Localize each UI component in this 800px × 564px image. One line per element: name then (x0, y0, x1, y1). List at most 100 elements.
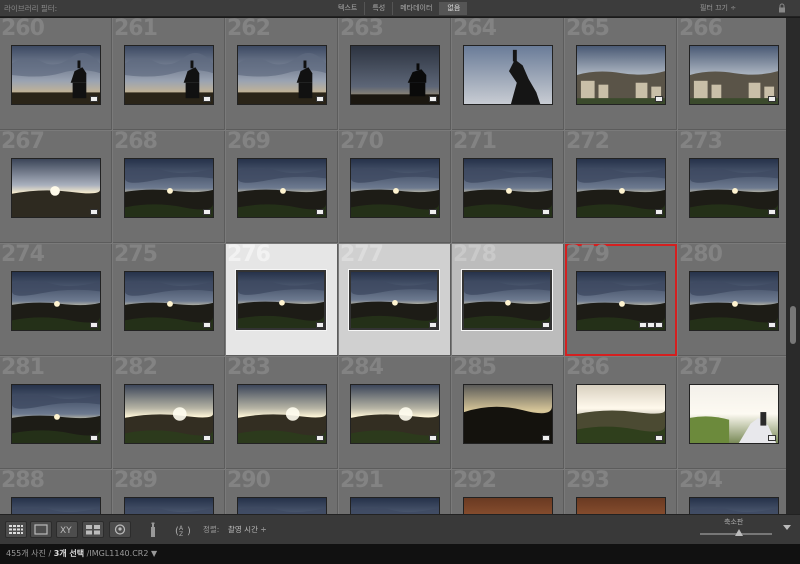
photo-thumbnail[interactable] (463, 45, 553, 105)
photo-thumbnail[interactable] (463, 384, 553, 444)
comment-badge-icon[interactable] (655, 322, 663, 328)
photo-cell[interactable]: 286 (565, 357, 677, 469)
comment-badge-icon[interactable] (203, 96, 211, 102)
photo-cell[interactable]: 267 (0, 131, 112, 243)
comment-badge-icon[interactable] (316, 209, 324, 215)
photo-thumbnail[interactable] (689, 271, 779, 331)
photo-thumbnail[interactable] (689, 384, 779, 444)
comment-badge-icon[interactable] (429, 435, 437, 441)
filter-tab-text[interactable]: 텍스트 (331, 2, 364, 15)
loupe-view-button[interactable] (30, 521, 52, 538)
comment-badge-icon[interactable] (768, 435, 776, 441)
photo-thumbnail[interactable] (237, 384, 327, 444)
photo-cell[interactable]: 279 (565, 244, 677, 356)
filter-tab-metadata[interactable]: 메타데이터 (392, 2, 439, 15)
photo-cell[interactable]: 274 (0, 244, 112, 356)
photo-cell[interactable]: 287 (678, 357, 786, 469)
photo-cell[interactable]: 289 (113, 470, 225, 514)
photo-thumbnail[interactable] (124, 45, 214, 105)
photo-cell[interactable]: 269 (226, 131, 338, 243)
survey-view-button[interactable] (82, 521, 104, 538)
grid-scrollbar[interactable] (786, 18, 800, 514)
photo-cell[interactable]: 262 (226, 18, 338, 130)
photo-cell[interactable]: 265 (565, 18, 677, 130)
comment-badge-icon[interactable] (655, 435, 663, 441)
photo-cell[interactable]: 260 (0, 18, 112, 130)
comment-badge-icon[interactable] (429, 96, 437, 102)
photo-cell[interactable]: 290 (226, 470, 338, 514)
photo-thumbnail[interactable] (576, 497, 666, 514)
photo-thumbnail[interactable] (689, 45, 779, 105)
comment-badge-icon[interactable] (316, 96, 324, 102)
comment-badge-icon[interactable] (768, 322, 776, 328)
photo-thumbnail[interactable] (348, 269, 440, 331)
photo-cell[interactable]: 276 (226, 244, 338, 356)
spray-can-icon[interactable] (148, 522, 158, 538)
photo-thumbnail[interactable] (11, 158, 101, 218)
photo-thumbnail[interactable] (576, 158, 666, 218)
comment-badge-icon[interactable] (542, 435, 550, 441)
comment-badge-icon[interactable] (90, 96, 98, 102)
compare-view-button[interactable]: XY (56, 521, 78, 538)
photo-thumbnail[interactable] (235, 269, 327, 331)
thumbnail-slider-knob[interactable] (735, 529, 743, 536)
photo-cell[interactable]: 266 (678, 18, 786, 130)
photo-cell[interactable]: 285 (452, 357, 564, 469)
comment-badge-icon[interactable] (655, 96, 663, 102)
comment-badge-icon[interactable] (316, 435, 324, 441)
photo-cell[interactable]: 275 (113, 244, 225, 356)
toolbar-menu-icon[interactable] (783, 525, 791, 530)
comment-badge-icon[interactable] (90, 209, 98, 215)
photo-cell[interactable]: 268 (113, 131, 225, 243)
filter-tab-none[interactable]: 없음 (439, 2, 468, 15)
photo-cell[interactable]: 281 (0, 357, 112, 469)
people-view-button[interactable] (109, 521, 131, 538)
photo-thumbnail[interactable] (350, 497, 440, 514)
photo-cell[interactable]: 282 (113, 357, 225, 469)
photo-cell[interactable]: 272 (565, 131, 677, 243)
photo-thumbnail[interactable] (237, 497, 327, 514)
photo-thumbnail[interactable] (576, 384, 666, 444)
photo-cell[interactable]: 280 (678, 244, 786, 356)
photo-cell[interactable]: 277 (339, 244, 451, 356)
comment-badge-icon[interactable] (316, 322, 324, 328)
develop-badge-icon[interactable] (639, 322, 647, 328)
photo-thumbnail[interactable] (689, 497, 779, 514)
comment-badge-icon[interactable] (429, 322, 437, 328)
photo-cell[interactable]: 293 (565, 470, 677, 514)
photo-thumbnail[interactable] (463, 158, 553, 218)
photo-cell[interactable]: 273 (678, 131, 786, 243)
photo-cell[interactable]: 264 (452, 18, 564, 130)
photo-cell[interactable]: 270 (339, 131, 451, 243)
photo-cell[interactable]: 263 (339, 18, 451, 130)
comment-badge-icon[interactable] (203, 435, 211, 441)
comment-badge-icon[interactable] (655, 209, 663, 215)
crop-badge-icon[interactable] (647, 322, 655, 328)
photo-thumbnail[interactable] (461, 269, 553, 331)
filter-tab-attribute[interactable]: 특성 (364, 2, 392, 15)
photo-thumbnail[interactable] (11, 45, 101, 105)
scrollbar-thumb[interactable] (790, 306, 796, 344)
comment-badge-icon[interactable] (768, 96, 776, 102)
sort-dropdown[interactable]: 촬영 시간 ÷ (228, 524, 267, 535)
photo-thumbnail[interactable] (350, 45, 440, 105)
photo-thumbnail[interactable] (237, 158, 327, 218)
photo-cell[interactable]: 294 (678, 470, 786, 514)
photo-cell[interactable]: 291 (339, 470, 451, 514)
photo-thumbnail[interactable] (11, 497, 101, 514)
photo-cell[interactable]: 292 (452, 470, 564, 514)
comment-badge-icon[interactable] (542, 322, 550, 328)
grid-view-button[interactable] (5, 521, 27, 538)
photo-cell[interactable]: 278 (452, 244, 564, 356)
comment-badge-icon[interactable] (203, 322, 211, 328)
photo-cell[interactable]: 284 (339, 357, 451, 469)
sort-direction-icon[interactable]: ( A Z ) (175, 523, 195, 537)
comment-badge-icon[interactable] (90, 322, 98, 328)
photo-thumbnail[interactable] (576, 45, 666, 105)
filter-preset-dropdown[interactable]: 필터 끄기 ÷ (700, 3, 736, 13)
photo-cell[interactable]: 283 (226, 357, 338, 469)
photo-thumbnail[interactable] (11, 271, 101, 331)
comment-badge-icon[interactable] (90, 435, 98, 441)
lock-icon[interactable] (777, 3, 787, 13)
photo-thumbnail[interactable] (463, 497, 553, 514)
